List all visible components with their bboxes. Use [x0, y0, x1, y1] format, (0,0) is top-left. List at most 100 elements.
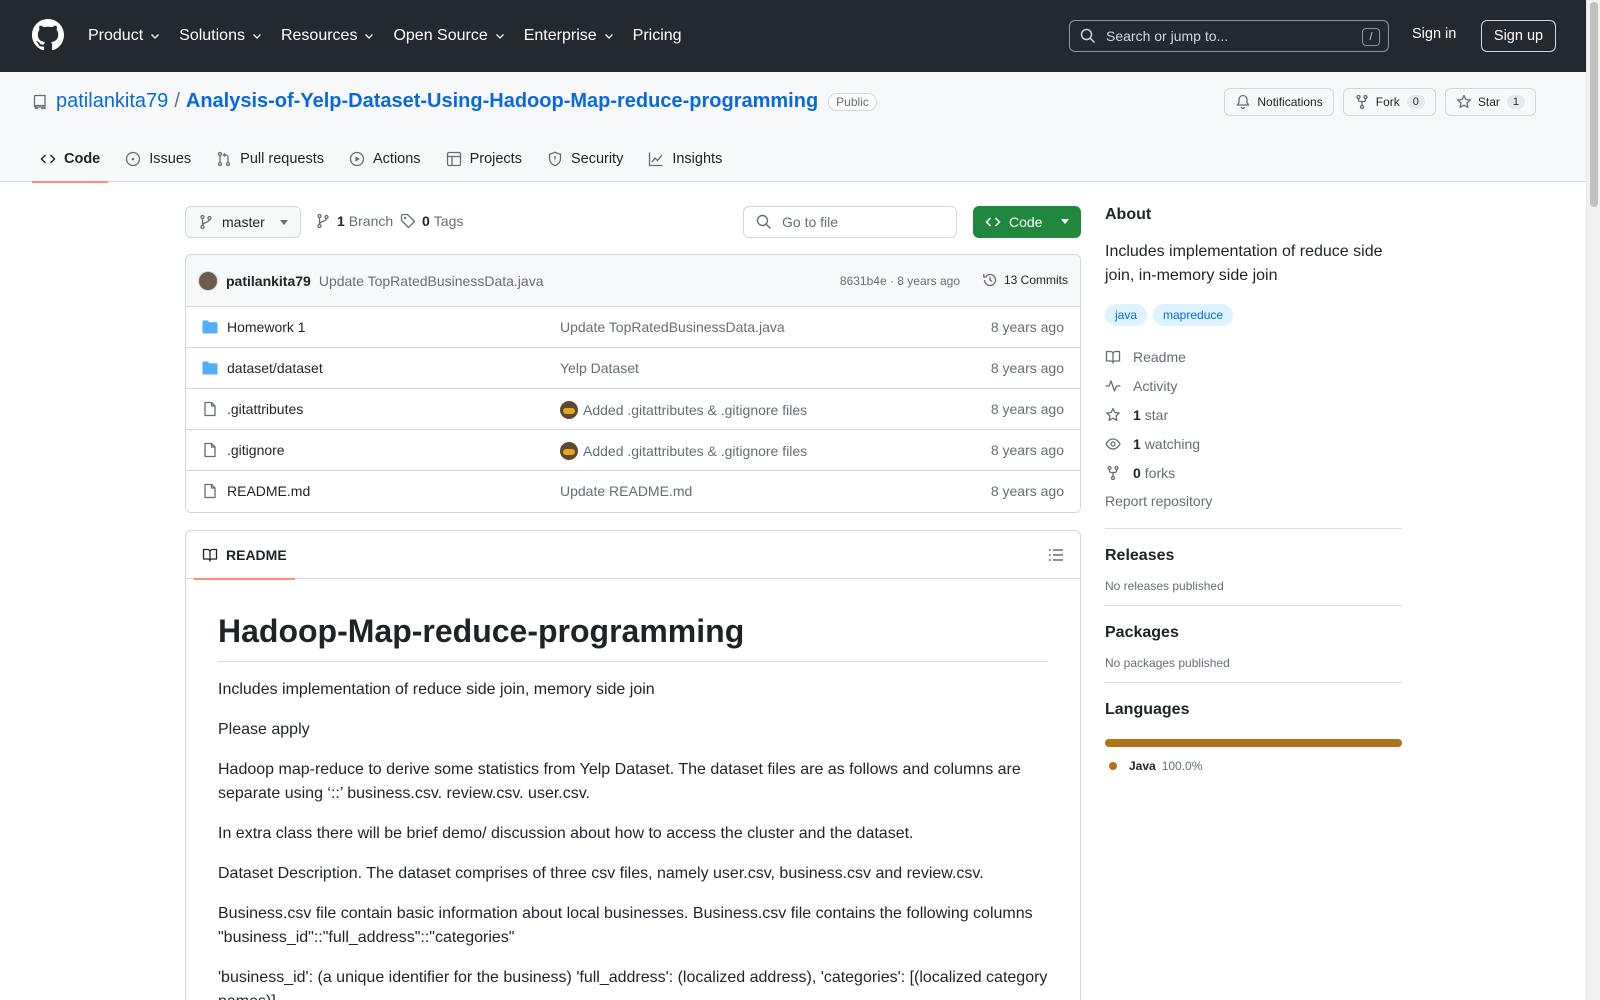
releases-title[interactable]: Releases — [1105, 547, 1402, 565]
file-icon — [204, 442, 216, 458]
file-commit-date: 8 years ago — [990, 360, 1064, 376]
topic-tag-java[interactable]: java — [1105, 304, 1148, 326]
nav-pricing[interactable]: Pricing — [633, 27, 682, 45]
readme-link[interactable]: Readme — [1105, 342, 1402, 371]
nav-product[interactable]: Product — [88, 27, 161, 45]
readme-paragraph: Business.csv file contain basic informat… — [218, 905, 1033, 946]
readme-title: Hadoop-Map-reduce-programming — [218, 611, 1048, 662]
file-row[interactable]: .gitignore Added .gitattributes & .gitign… — [186, 430, 1080, 471]
readme-paragraph: 'business_id': (a unique identifier for … — [218, 969, 1048, 1000]
file-row-icon — [202, 442, 218, 458]
tab-issues-label: Issues — [149, 151, 192, 167]
readme-tab[interactable]: README — [194, 531, 295, 580]
forks-label: forks — [1144, 464, 1176, 481]
readme-header: README — [186, 531, 1080, 580]
notifications-button[interactable]: Notifications — [1224, 88, 1334, 116]
emoji-icon — [560, 401, 578, 419]
nav-open-source[interactable]: Open Source — [393, 27, 505, 45]
stars-label: star — [1144, 406, 1169, 423]
activity-link[interactable]: Activity — [1105, 371, 1402, 400]
file-name-link[interactable]: dataset/dataset — [227, 360, 323, 376]
file-commit-message-link[interactable]: Update README.md — [560, 483, 692, 499]
tab-code[interactable]: Code — [32, 136, 109, 183]
repo-owner-link[interactable]: patilankita79 — [56, 90, 168, 113]
go-to-file-input[interactable]: Go to file — [743, 206, 957, 238]
file-name-link[interactable]: Homework 1 — [227, 319, 306, 335]
file-list: patilankita79 Update TopRatedBusinessDat… — [185, 254, 1081, 513]
code-button-label: Code — [1009, 214, 1043, 230]
tab-pull-requests[interactable]: Pull requests — [208, 136, 332, 182]
file-commit-message-link[interactable]: Update TopRatedBusinessData.java — [560, 319, 785, 335]
main-nav: Product Solutions Resources Open Source … — [88, 0, 700, 72]
repo-name-link[interactable]: Analysis-of-Yelp-Dataset-Using-Hadoop-Ma… — [186, 90, 818, 113]
report-repository-link[interactable]: Report repository — [1105, 487, 1402, 516]
file-commit-date: 8 years ago — [990, 319, 1064, 335]
folder-icon — [202, 361, 218, 375]
history-icon — [983, 273, 997, 287]
tab-security[interactable]: Security — [539, 136, 631, 182]
file-commit-message-link[interactable]: Added .gitattributes & .gitignore files — [560, 442, 807, 460]
about-links: Readme Activity 1 star 1 watching 0 forks R… — [1105, 342, 1402, 516]
tab-projects[interactable]: Projects — [438, 136, 530, 182]
outline-list-icon[interactable] — [1048, 547, 1064, 563]
watchers-link[interactable]: 1 watching — [1105, 429, 1402, 458]
search-input[interactable]: Search or jump to... / — [1069, 20, 1389, 52]
fork-icon — [1356, 94, 1368, 110]
commit-meta[interactable]: 8631b4e · 8 years ago — [840, 274, 960, 288]
star-button[interactable]: Star 1 — [1444, 88, 1536, 116]
tab-insights[interactable]: Insights — [640, 136, 730, 182]
page-scrollbar[interactable] — [1586, 0, 1600, 1000]
stars-link[interactable]: 1 star — [1105, 400, 1402, 429]
branches-link[interactable]: 1 Branch — [315, 213, 393, 229]
tab-actions[interactable]: Actions — [341, 136, 429, 182]
sign-up-button[interactable]: Sign up — [1481, 20, 1556, 52]
tab-security-label: Security — [570, 151, 624, 167]
packages-title[interactable]: Packages — [1105, 624, 1402, 642]
tags-link[interactable]: 0 Tags — [400, 213, 463, 229]
main-content: master 1 Branch 0 Tags Go to file Code p… — [185, 206, 1081, 1000]
file-commit-message-link[interactable]: Yelp Dataset — [560, 360, 639, 376]
folder-icon — [202, 320, 218, 334]
table-icon — [446, 151, 461, 167]
file-commit-message: Yelp Dataset — [560, 360, 639, 376]
scrollbar-thumb[interactable] — [1590, 2, 1598, 207]
file-row[interactable]: Homework 1 Update TopRatedBusinessData.ja… — [186, 307, 1080, 348]
file-name-link[interactable]: .gitattributes — [227, 401, 303, 417]
branch-select-button[interactable]: master — [185, 206, 301, 238]
file-name-link[interactable]: .gitignore — [227, 442, 285, 458]
topic-tag-mapreduce[interactable]: mapreduce — [1153, 304, 1234, 326]
code-dropdown-button[interactable]: Code — [973, 206, 1081, 238]
repo-tabs: Code Issues Pull requests Actions Projec… — [32, 136, 739, 183]
branch-count: 1 — [337, 213, 345, 229]
sign-in-link[interactable]: Sign in — [1412, 26, 1456, 42]
commit-message-link[interactable]: Update TopRatedBusinessData.java — [319, 273, 544, 289]
forks-link[interactable]: 0 forks — [1105, 458, 1402, 487]
fork-label: Fork — [1375, 95, 1400, 109]
caret-down-icon — [280, 220, 288, 225]
tab-issues[interactable]: Issues — [117, 136, 199, 182]
tag-icon — [400, 213, 416, 229]
search-shortcut-key: / — [1362, 28, 1380, 46]
readme-panel: README Hadoop-Map-reduce-programming Inc… — [185, 530, 1081, 1000]
file-commit-message-link[interactable]: Added .gitattributes & .gitignore files — [560, 401, 807, 419]
stars-text: 1 star — [1133, 407, 1168, 423]
file-name-link[interactable]: README.md — [227, 483, 310, 499]
commits-history-link[interactable]: 13 Commits — [982, 272, 1068, 288]
file-row[interactable]: README.md Update README.md 8 years ago — [186, 471, 1080, 512]
commit-author-link[interactable]: patilankita79 — [226, 273, 311, 289]
github-logo-icon[interactable] — [32, 19, 64, 51]
fork-button[interactable]: Fork 0 — [1342, 88, 1436, 116]
watching-label: watching — [1144, 435, 1201, 452]
branch-icon — [317, 213, 329, 229]
file-row[interactable]: dataset/dataset Yelp Dataset 8 years ago — [186, 348, 1080, 389]
nav-enterprise[interactable]: Enterprise — [524, 27, 615, 45]
file-row[interactable]: .gitattributes Added .gitattributes & .gi… — [186, 389, 1080, 430]
nav-pricing-label: Pricing — [632, 27, 682, 44]
nav-solutions[interactable]: Solutions — [179, 27, 263, 45]
code-icon — [985, 217, 1001, 227]
language-item[interactable]: Java 100.0% — [1105, 759, 1402, 773]
nav-resources[interactable]: Resources — [281, 27, 375, 45]
avatar[interactable] — [198, 270, 218, 291]
language-color-dot — [1109, 762, 1117, 770]
readme-tab-label: README — [226, 547, 287, 563]
